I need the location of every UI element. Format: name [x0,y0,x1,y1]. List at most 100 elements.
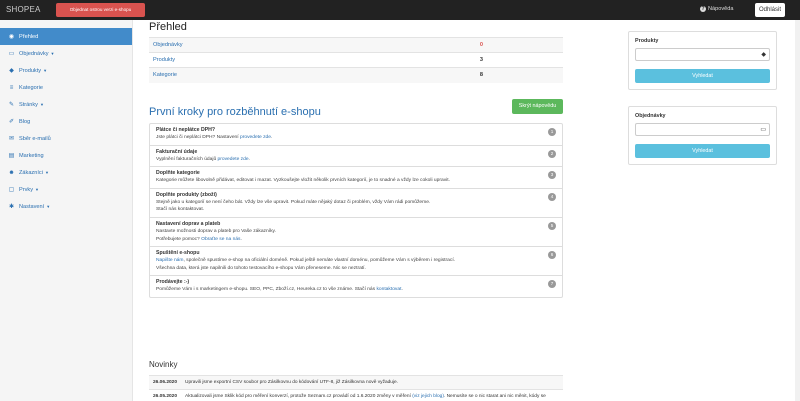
step-title: Doplňte kategorie [156,170,200,177]
sidebar-item-label: Kategorie [19,84,43,91]
sidebar-item[interactable]: ✱ Nastavení ▼ [0,198,132,215]
sidebar-item-label: Stránky [19,101,38,108]
sidebar-item-label: Objednávky [19,50,49,57]
page-scrollbar[interactable] [795,20,800,401]
overview-label-link[interactable]: Objednávky [149,37,473,53]
order-search-button[interactable]: Vyhledat [635,144,770,158]
sidebar-item[interactable]: ≡ Kategorie [0,79,132,96]
news-text: Aktualizovali jsme Sklik kód pro měření … [181,389,563,401]
step-text: Stejně jako u kategorií se není čeho bát… [156,199,556,207]
step-link[interactable]: Napište nám [156,258,183,263]
step-text-part: Nastavte možnosti doprav a plateb pro Va… [156,228,276,234]
edit-icon: ✎ [8,101,15,108]
overview-row: Objednávky 0 [149,37,563,53]
sidebar-item[interactable]: ✐ Blog [0,113,132,130]
news-table: 26.06.2020 Upravili jsme exportní CSV sou… [149,375,563,401]
step-text: Napište nám, společně spustíme e-shop na… [156,257,556,265]
sidebar-item[interactable]: ▤ Marketing [0,147,132,164]
sidebar-item[interactable]: ✎ Stránky ▼ [0,96,132,113]
step-item: Plátce či neplátce DPH? Jste plátci či ne… [150,124,562,145]
top-navbar: SHOPEA Objednat ostrou verzi e-shopu ? N… [0,0,800,20]
step-text-part: Jste plátci či neplátci DPH? Nastavení [156,135,240,140]
sidebar-item[interactable]: ◆ Produkty ▼ [0,62,132,79]
overview-row: Kategorie 8 [149,67,563,83]
step-text: Všechna data, která jste napilnili do to… [156,265,556,273]
overview-table: Objednávky 0 Produkty 3 Kategorie 8 [149,37,563,83]
news-text: Upravili jsme exportní CSV soubor pro Zá… [181,375,563,390]
page-title: Přehled [149,21,187,33]
step-text: Pomůžeme Vám i s marketingem e-shopu. SE… [156,286,556,294]
step-title: Prodávejte :-) [156,279,190,286]
step-number-badge: 5 [548,221,556,230]
step-number-badge: 2 [548,149,556,158]
step-text: Potřebujete pomoc? Obraťte se na nás. [156,236,556,244]
sidebar-item[interactable]: ✉ Sběr e-mailů [0,130,132,147]
order-search-panel: Objednávky ▭ Vyhledat [628,106,777,165]
step-link[interactable]: Obraťte se na nás [201,237,240,242]
step-item: Prodávejte :-) Pomůžeme Vám i s marketing… [150,275,562,297]
news-link[interactable]: (viz jejich blog) [412,394,444,399]
step-text: Vyplnění fakturačních údajů provedete zd… [156,156,556,164]
product-search-button[interactable]: Vyhledat [635,69,770,83]
chart-icon: ▤ [8,152,15,159]
news-row: 26.06.2020 Upravili jsme exportní CSV sou… [149,375,563,390]
logout-button[interactable]: Odhlásit [755,3,785,17]
caret-down-icon: ▼ [43,68,48,73]
caret-down-icon: ▼ [39,102,44,107]
sidebar-item-label: Marketing [19,152,44,159]
step-text: Kategorie můžete libovolně přidávat, edi… [156,177,556,185]
overview-row: Produkty 3 [149,52,563,68]
step-link[interactable]: provedete zde [218,157,249,162]
step-number-badge: 4 [548,192,556,201]
step-text-part: Všechna data, která jste napilnili do to… [156,265,366,271]
product-search-input[interactable]: ◆ [635,48,770,61]
hide-help-button[interactable]: Skrýt nápovědu [512,99,563,114]
step-title: Nastavení doprav a plateb [156,220,221,227]
step-text: Stačí nás kontaktovat. [156,206,556,214]
overview-label-link[interactable]: Produkty [149,52,473,68]
sidebar-item[interactable]: ▢ Prvky ▼ [0,181,132,198]
users-icon: ☻ [8,169,15,176]
news-text-part: Aktualizovali jsme Sklik kód pro měření … [185,394,413,400]
news-date: 26.06.2020 [149,375,182,390]
pencil-icon: ✐ [8,118,15,125]
step-item: Doplňte kategorie Kategorie můžete libovo… [150,166,562,188]
question-circle-icon: ? [700,6,706,12]
caret-down-icon: ▼ [46,204,51,209]
step-text: Nastavte možnosti doprav a plateb pro Va… [156,228,556,236]
list-icon: ≡ [9,84,14,91]
help-link[interactable]: ? Nápověda [700,6,734,12]
basket-icon: ▭ [760,127,766,133]
gear-icon: ✱ [8,203,15,210]
news-text-part: . Nemusíte se o nic starat ani nic měnit… [443,394,546,400]
news-title: Novinky [149,360,178,369]
step-title: Fakturační údaje [156,148,198,155]
step-text-part: Pomůžeme Vám i s marketingem e-shopu. SE… [156,287,377,293]
step-text: Jste plátci či neplátci DPH? Nastavení p… [156,134,556,142]
step-text-part: . [401,287,403,293]
order-search-input[interactable]: ▭ [635,123,770,136]
first-steps-list: Plátce či neplátce DPH? Jste plátci či ne… [149,123,563,298]
brand-logo[interactable]: SHOPEA [6,5,41,14]
step-link[interactable]: provedete zde [240,135,271,140]
sidebar-item-label: Zákazníci [19,169,43,176]
step-title: Doplňte produkty (zboží) [156,191,217,198]
step-link[interactable]: kontaktovat [376,287,401,292]
sidebar-item[interactable]: ◉ Přehled [0,28,132,45]
step-item: Doplňte produkty (zboží) Stejně jako u ka… [150,187,562,217]
overview-count: 8 [473,67,563,83]
envelope-icon: ✉ [8,135,15,142]
first-steps-title: První kroky pro rozběhnutí e-shopu [149,106,321,118]
dashboard-icon: ◉ [8,33,15,40]
sidebar: ◉ Přehled ▭ Objednávky ▼ ◆ Produkty ▼ ≡ Kategorie… [0,20,133,401]
basket-icon: ▭ [8,50,15,57]
sidebar-item[interactable]: ▭ Objednávky ▼ [0,45,132,62]
step-title: Spuštění e-shopu [156,250,200,257]
overview-count: 0 [473,37,563,53]
sidebar-item-label: Přehled [19,33,39,40]
step-text-part: . [240,236,242,242]
order-full-version-button[interactable]: Objednat ostrou verzi e-shopu [56,3,145,17]
overview-label-link[interactable]: Kategorie [149,67,473,83]
help-label: Nápověda [708,6,734,12]
sidebar-item[interactable]: ☻ Zákazníci ▼ [0,164,132,181]
